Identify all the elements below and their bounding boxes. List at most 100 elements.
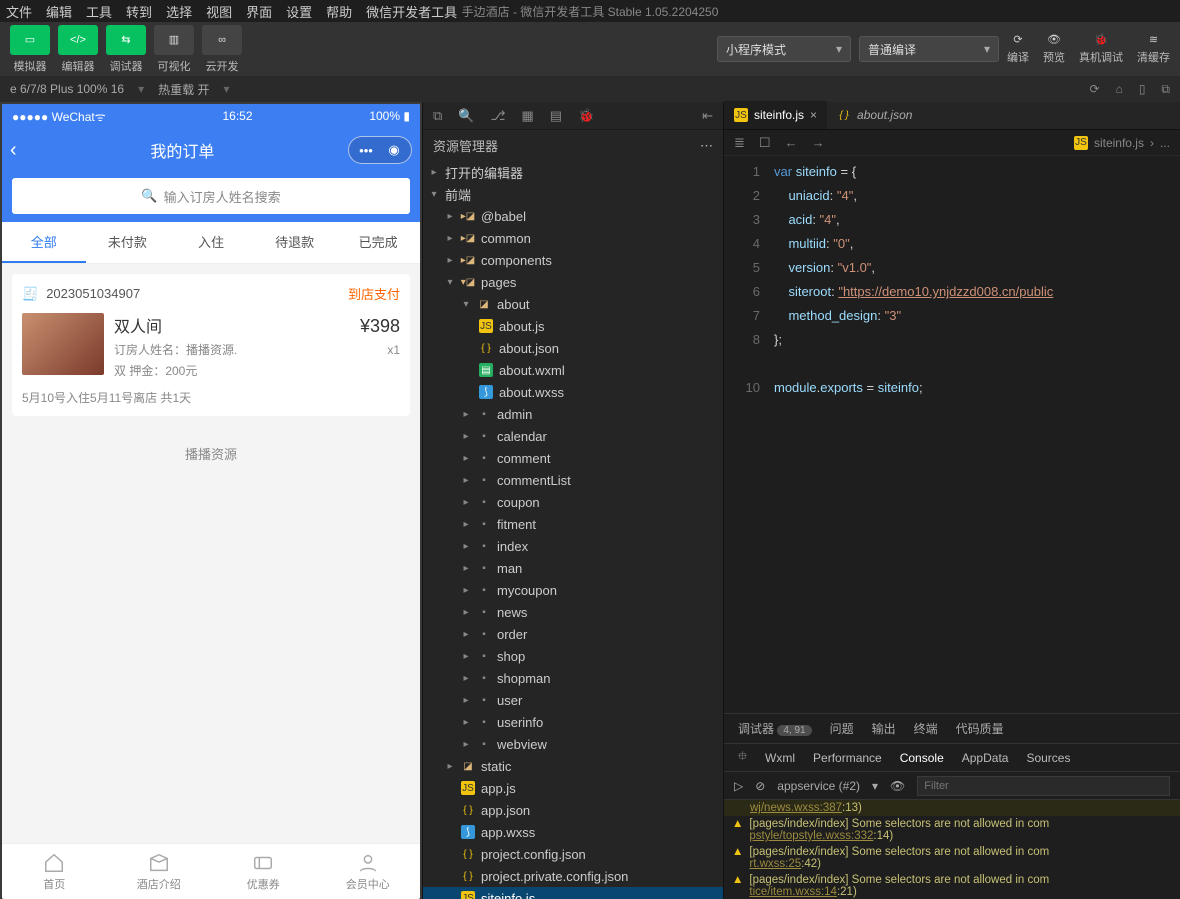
compile-select[interactable]: 普通编译	[859, 36, 999, 62]
file-about-json[interactable]: { }about.json	[423, 337, 723, 359]
close-icon[interactable]: ×	[810, 108, 817, 122]
mode-select[interactable]: 小程序模式	[717, 36, 851, 62]
folder-comment[interactable]: ▸▪comment	[423, 447, 723, 469]
tab-checkin[interactable]: 入住	[169, 222, 253, 263]
capsule-menu-icon[interactable]: •••	[357, 141, 375, 159]
breadcrumb[interactable]: JSsiteinfo.js›...	[1074, 136, 1170, 150]
console-play-icon[interactable]: ▷	[734, 779, 743, 793]
menu-file[interactable]: 文件	[6, 2, 32, 21]
cloud-button[interactable]: ∞	[202, 25, 242, 55]
folder-calendar[interactable]: ▸▪calendar	[423, 425, 723, 447]
menu-ui[interactable]: 界面	[246, 2, 272, 21]
refresh-icon[interactable]: ⟳	[1090, 82, 1100, 97]
clearcache-icon[interactable]: ≋	[1149, 33, 1158, 46]
panel-collapse-icon[interactable]: ⇤	[702, 108, 713, 124]
file-about-wxss[interactable]: ⟆about.wxss	[423, 381, 723, 403]
editor-button[interactable]: </>	[58, 25, 98, 55]
layout-icon[interactable]: ▤	[550, 108, 562, 124]
console-output[interactable]: wj/news.wxss:387:13) ▲[pages/index/index…	[724, 800, 1180, 899]
folder-common[interactable]: ▸▸◪common	[423, 227, 723, 249]
search-icon[interactable]: 🔍	[458, 108, 474, 124]
context-select[interactable]: appservice (#2)	[777, 779, 860, 793]
explorer-more-icon[interactable]: ⋯	[700, 138, 713, 154]
section-frontend[interactable]: ▾前端	[423, 183, 723, 205]
file-about-wxml[interactable]: ▤about.wxml	[423, 359, 723, 381]
file-app-json[interactable]: { }app.json	[423, 799, 723, 821]
tab-unpaid[interactable]: 未付款	[86, 222, 170, 263]
file-tree[interactable]: ▸打开的编辑器 ▾前端 ▸▸◪@babel ▸▸◪common ▸▸◪compo…	[423, 161, 723, 899]
menu-wechat[interactable]: 微信开发者工具	[366, 2, 457, 21]
menu-settings[interactable]: 设置	[286, 2, 312, 21]
console-clear-icon[interactable]: ⊘	[755, 779, 765, 793]
devtab-sources[interactable]: Sources	[1026, 751, 1070, 765]
console-filter-input[interactable]	[917, 776, 1170, 796]
menu-help[interactable]: 帮助	[326, 2, 352, 21]
realdevice-icon[interactable]: 🐞	[1094, 33, 1108, 46]
folder-shopman[interactable]: ▸▪shopman	[423, 667, 723, 689]
paneltab-problems[interactable]: 问题	[830, 720, 854, 737]
compile-icon[interactable]: ⟳	[1013, 33, 1022, 46]
extensions-icon[interactable]: ▦	[521, 108, 533, 124]
devtab-performance[interactable]: Performance	[813, 751, 882, 765]
bookmark-icon[interactable]: ☐	[759, 135, 771, 151]
order-list[interactable]: 🧾 2023051034907 到店支付 双人间 ¥398 订房人姓	[2, 264, 420, 843]
branch-icon[interactable]: ⎇	[490, 108, 505, 124]
file-app-js[interactable]: JSapp.js	[423, 777, 723, 799]
tab-refund[interactable]: 待退款	[253, 222, 337, 263]
devtab-appdata[interactable]: AppData	[962, 751, 1009, 765]
preview-icon[interactable]: 👁	[1047, 33, 1061, 46]
nav-fwd-icon[interactable]: →	[812, 135, 825, 150]
folder-commentList[interactable]: ▸▪commentList	[423, 469, 723, 491]
tab-siteinfo[interactable]: JSsiteinfo.js×	[724, 101, 827, 129]
order-card[interactable]: 🧾 2023051034907 到店支付 双人间 ¥398 订房人姓	[12, 274, 410, 416]
back-icon[interactable]: ‹	[10, 139, 17, 162]
folder-babel[interactable]: ▸▸◪@babel	[423, 205, 723, 227]
debugger-button[interactable]: ⇆	[106, 25, 146, 55]
section-open-editors[interactable]: ▸打开的编辑器	[423, 161, 723, 183]
folder-coupon[interactable]: ▸▪coupon	[423, 491, 723, 513]
file-app-wxss[interactable]: ⟆app.wxss	[423, 821, 723, 843]
eye-icon[interactable]: 👁	[890, 779, 905, 793]
folder-man[interactable]: ▸▪man	[423, 557, 723, 579]
file-about-js[interactable]: JSabout.js	[423, 315, 723, 337]
code-editor[interactable]: 12345678 10 var siteinfo = { uniacid: "4…	[724, 156, 1180, 713]
file-siteinfo-js[interactable]: JSsiteinfo.js	[423, 887, 723, 899]
debug-icon[interactable]: 🐞	[578, 108, 594, 124]
folder-mycoupon[interactable]: ▸▪mycoupon	[423, 579, 723, 601]
folder-user[interactable]: ▸▪user	[423, 689, 723, 711]
file-project-config[interactable]: { }project.config.json	[423, 843, 723, 865]
tab-aboutjson[interactable]: { }about.json	[827, 101, 922, 129]
search-input[interactable]: 🔍 输入订房人姓名搜索	[12, 178, 410, 214]
folder-pages[interactable]: ▾▾◪pages	[423, 271, 723, 293]
folder-static[interactable]: ▸◪static	[423, 755, 723, 777]
menu-view[interactable]: 视图	[206, 2, 232, 21]
folder-order[interactable]: ▸▪order	[423, 623, 723, 645]
menu-select[interactable]: 选择	[166, 2, 192, 21]
device-icon[interactable]: ▯	[1139, 82, 1146, 97]
tab-all[interactable]: 全部	[2, 222, 86, 263]
menu-goto[interactable]: 转到	[126, 2, 152, 21]
tabbar-home[interactable]: 首页	[2, 844, 107, 899]
paneltab-terminal[interactable]: 终端	[914, 720, 938, 737]
folder-userinfo[interactable]: ▸▪userinfo	[423, 711, 723, 733]
device-info[interactable]: e 6/7/8 Plus 100% 16	[10, 82, 124, 96]
paneltab-quality[interactable]: 代码质量	[956, 720, 1004, 737]
list-icon[interactable]: ≣	[734, 135, 745, 151]
tabbar-member[interactable]: 会员中心	[316, 844, 421, 899]
folder-index[interactable]: ▸▪index	[423, 535, 723, 557]
inspect-icon[interactable]: ⯐	[738, 747, 747, 768]
hotreload-toggle[interactable]: 热重载 开	[158, 81, 209, 98]
folder-admin[interactable]: ▸▪admin	[423, 403, 723, 425]
devtab-wxml[interactable]: Wxml	[765, 751, 795, 765]
visual-button[interactable]: ▥	[154, 25, 194, 55]
menu-tool[interactable]: 工具	[86, 2, 112, 21]
tabbar-hotel[interactable]: 酒店介绍	[107, 844, 212, 899]
menu-edit[interactable]: 编辑	[46, 2, 72, 21]
home-icon[interactable]: ⌂	[1116, 82, 1123, 97]
capsule-close-icon[interactable]: ◉	[385, 141, 403, 159]
simulator-button[interactable]: ▭	[10, 25, 50, 55]
folder-news[interactable]: ▸▪news	[423, 601, 723, 623]
folder-webview[interactable]: ▸▪webview	[423, 733, 723, 755]
code-body[interactable]: var siteinfo = { uniacid: "4", acid: "4"…	[768, 156, 1180, 713]
folder-components[interactable]: ▸▸◪components	[423, 249, 723, 271]
